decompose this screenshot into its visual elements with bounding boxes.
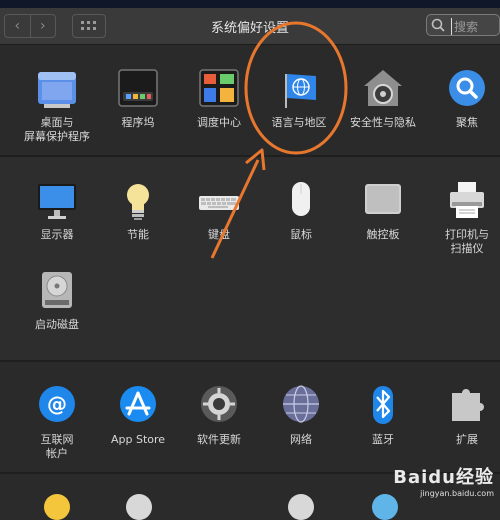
show-all-button[interactable]	[72, 14, 106, 38]
menu-bar-strip	[0, 0, 500, 8]
search-icon	[431, 18, 445, 32]
window-title: 系统偏好设置	[210, 21, 289, 36]
back-arrow-icon: ‹	[14, 18, 21, 34]
pref-bluetooth[interactable]: 蓝牙	[346, 385, 420, 447]
nav-buttons: ‹ ›	[4, 14, 56, 38]
extensions-icon	[446, 385, 488, 427]
software-update-icon	[198, 385, 240, 427]
pref-printers-scanners[interactable]: 打印机与 扫描仪	[430, 180, 500, 256]
dock-icon	[117, 68, 159, 110]
watermark-url: jingyan.baidu.com	[420, 489, 494, 498]
pref-network[interactable]: 网络	[264, 385, 338, 447]
pref-software-update[interactable]: 软件更新	[182, 385, 256, 447]
pref-extensions[interactable]: 扩展	[430, 385, 500, 447]
watermark-brand: Baidu经验	[393, 467, 494, 488]
partial-icon	[126, 494, 152, 520]
partial-icon	[44, 494, 70, 520]
partial-icon	[288, 494, 314, 520]
trackpad-icon	[362, 180, 404, 222]
keyboard-icon	[198, 180, 240, 222]
pref-mouse[interactable]: 鼠标	[264, 180, 338, 242]
pref-spotlight[interactable]: 聚焦	[430, 68, 500, 130]
pref-dock[interactable]: 程序坞	[101, 68, 175, 130]
internet-accounts-icon: @	[36, 385, 78, 427]
search-field[interactable]: 搜索	[426, 14, 500, 36]
pref-mission-control[interactable]: 调度中心	[182, 68, 256, 130]
pref-desktop-screensaver[interactable]: 桌面与 屏幕保护程序	[20, 68, 94, 144]
security-privacy-icon	[362, 68, 404, 110]
svg-text:@: @	[47, 392, 67, 416]
back-button[interactable]: ‹	[5, 15, 30, 37]
displays-icon	[36, 180, 78, 222]
mission-control-icon	[198, 68, 240, 110]
pref-language-region[interactable]: 语言与地区	[262, 68, 336, 130]
mouse-icon	[280, 180, 322, 222]
forward-arrow-icon: ›	[39, 18, 46, 34]
baidu-watermark: Baidu经验 jingyan.baidu.com	[393, 463, 494, 498]
spotlight-icon	[446, 68, 488, 110]
pref-trackpad[interactable]: 触控板	[346, 180, 420, 242]
app-store-icon	[117, 385, 159, 427]
desktop-screensaver-icon	[36, 68, 78, 110]
network-icon	[280, 385, 322, 427]
bluetooth-icon	[362, 385, 404, 427]
title-bar: ‹ › 系统偏好设置 搜索	[0, 8, 500, 45]
pref-internet-accounts[interactable]: @ 互联网 帐户	[20, 385, 94, 461]
language-region-icon	[278, 68, 320, 110]
energy-saver-icon	[117, 180, 159, 222]
pref-startup-disk[interactable]: 启动磁盘	[20, 270, 94, 332]
forward-button[interactable]: ›	[29, 15, 56, 37]
pref-app-store[interactable]: App Store	[101, 385, 175, 447]
pref-displays[interactable]: 显示器	[20, 180, 94, 242]
pref-keyboard[interactable]: 键盘	[182, 180, 256, 242]
printers-scanners-icon	[446, 180, 488, 222]
startup-disk-icon	[36, 270, 78, 312]
search-placeholder: 搜索	[451, 18, 478, 35]
pref-security-privacy[interactable]: 安全性与隐私	[346, 68, 420, 130]
pref-energy-saver[interactable]: 节能	[101, 180, 175, 242]
grid-icon	[81, 21, 96, 30]
